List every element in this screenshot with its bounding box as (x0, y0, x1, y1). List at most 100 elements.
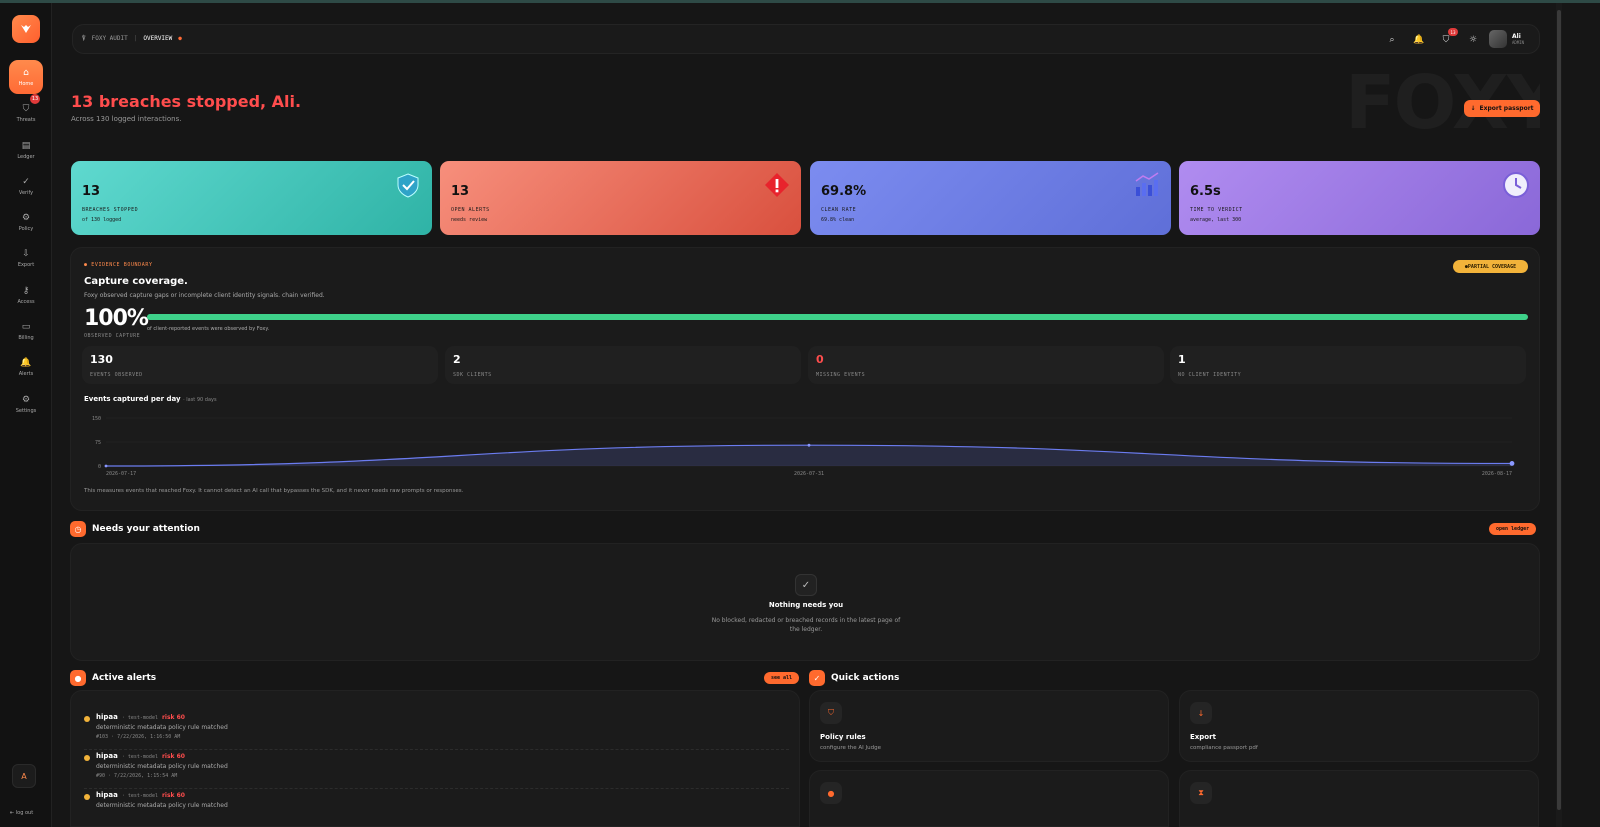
alerts-title: Active alerts (92, 673, 157, 683)
export-icon: ⇩ (22, 248, 30, 259)
verify-icon: ✓ (22, 176, 30, 187)
evidence-description: Foxy observed capture gaps or incomplete… (84, 292, 325, 299)
quick-action-icon: ● (820, 782, 842, 804)
user-mini-avatar[interactable]: A (12, 764, 36, 788)
data-point[interactable] (807, 443, 811, 447)
kpi-value: 69.8% (821, 184, 867, 199)
page-subtitle: Across 130 logged interactions. (71, 115, 182, 123)
stat-value: 1 (1178, 353, 1186, 366)
stat-no-client-identity: 1 NO CLIENT IDENTITY (1170, 346, 1526, 384)
search-icon: ⌕ (1389, 35, 1395, 45)
sidebar-item-alerts[interactable]: 🔔 Alerts (9, 350, 43, 384)
alerts-panel: hipaa · test-model risk 60 deterministic me… (70, 690, 800, 827)
sidebar-item-policy[interactable]: ⚙ Policy (9, 205, 43, 239)
alert-name: hipaa (96, 713, 118, 721)
stat-value: 2 (453, 353, 461, 366)
see-all-button[interactable]: see all (764, 672, 800, 684)
sidebar-item-home[interactable]: ⌂ Home (9, 60, 43, 94)
quick-action-policy-rules[interactable]: ⛉ Policy rules configure the AI Judge (809, 690, 1169, 762)
alert-risk: risk 60 (161, 792, 185, 799)
evidence-title: Capture coverage. (84, 276, 188, 287)
open-ledger-button[interactable]: open ledger (1489, 523, 1537, 535)
attention-panel: ✓ Nothing needs you No blocked, redacted… (70, 543, 1540, 661)
threats-badge: 13 (1448, 28, 1458, 36)
export-passport-button[interactable]: ↓ Export passport (1464, 100, 1540, 117)
kpi-card-clean-rate[interactable]: 69.8% CLEAN RATE 69.8% clean (810, 161, 1171, 235)
quick-actions-title: Quick actions (831, 673, 900, 683)
alerts-icon: 🔔 (20, 357, 32, 368)
threats-button[interactable]: ⛉ 13 (1437, 28, 1458, 49)
alert-name: hipaa (96, 752, 118, 760)
alert-name: hipaa (96, 791, 118, 799)
quick-action-icon: ⛉ (820, 702, 842, 724)
alert-row[interactable]: hipaa · test-model risk 60 deterministic me… (84, 751, 789, 789)
alert-row[interactable]: hipaa · test-model risk 60 deterministic me… (84, 790, 789, 826)
record-icon: ● (70, 670, 86, 686)
ledger-icon: ▤ (21, 140, 31, 151)
fox-logo-icon (21, 25, 31, 33)
profile-menu[interactable]: Ali ADMIN (1489, 28, 1534, 50)
data-point[interactable] (104, 464, 108, 468)
kpi-card-time-to-verdict[interactable]: 6.5s TIME TO VERDICT average, last 300 (1179, 161, 1540, 235)
alert-heading: hipaa · test-model risk 60 (96, 713, 185, 721)
severity-dot (84, 755, 90, 761)
empty-title: Nothing needs you (768, 601, 844, 609)
sidebar-item-verify[interactable]: ✓ Verify (9, 169, 43, 203)
chart-note: This measures events that reached Foxy. … (84, 488, 464, 494)
sidebar-item-label: Policy (18, 225, 34, 232)
notifications-button[interactable]: 🔔 (1410, 31, 1428, 49)
profile-role: ADMIN (1512, 40, 1525, 45)
kpi-label: CLEAN RATE (821, 207, 857, 213)
app-logo[interactable] (12, 15, 40, 43)
alert-model: · test-model (121, 793, 158, 799)
alert-heading: hipaa · test-model risk 60 (96, 752, 185, 760)
sidebar-item-label: Export (17, 261, 35, 268)
scrollbar-thumb[interactable] (1557, 10, 1561, 810)
kpi-card-breaches-stopped[interactable]: 13 BREACHES STOPPED of 130 logged (71, 161, 432, 235)
quick-action-action-4[interactable]: ⧗ (1179, 770, 1539, 827)
breadcrumb-app[interactable]: FOXY AUDIT (92, 35, 128, 42)
sidebar-item-export[interactable]: ⇩ Export (9, 241, 43, 275)
access-icon: ⚷ (22, 285, 30, 296)
page-title: 13 breaches stopped, Ali. (71, 92, 302, 111)
breadcrumb-page: OVERVIEW (143, 35, 173, 42)
stat-value: 130 (90, 353, 113, 366)
capture-percent: 100% (84, 306, 149, 331)
alert-description: deterministic metadata policy rule match… (96, 763, 228, 770)
alert-row[interactable]: hipaa · test-model risk 60 deterministic me… (84, 712, 789, 750)
sidebar-item-billing[interactable]: ▭ Billing (9, 314, 43, 348)
quick-action-export[interactable]: ↓ Export compliance passport pdf (1179, 690, 1539, 762)
stat-value: 0 (816, 353, 824, 366)
alert-description: deterministic metadata policy rule match… (96, 802, 228, 809)
breadcrumb: ⍒ FOXY AUDIT | OVERVIEW ● (82, 35, 182, 42)
quick-action-desc: compliance passport pdf (1190, 745, 1258, 751)
stat-events-observed: 130 EVENTS OBSERVED (82, 346, 438, 384)
sidebar-item-access[interactable]: ⚷ Access (9, 278, 43, 312)
download-icon: ↓ (1470, 105, 1476, 112)
sidebar-item-label: Ledger (17, 153, 35, 160)
topbar: ⍒ FOXY AUDIT | OVERVIEW ● ⌕ 🔔 ⛉ 13 ☼ Ali A… (72, 24, 1540, 54)
quick-action-action-3[interactable]: ● (809, 770, 1169, 827)
sidebar-item-ledger[interactable]: ▤ Ledger (9, 133, 43, 167)
sidebar-item-threats[interactable]: ⛉ Threats 13 (9, 94, 43, 130)
avatar (1489, 30, 1507, 48)
logout-link[interactable]: ⇤ log out (10, 810, 33, 816)
kpi-card-open-alerts[interactable]: 13 OPEN ALERTS needs review (440, 161, 801, 235)
sidebar-item-settings[interactable]: ⚙ Settings (9, 387, 43, 421)
x-tick-label: 2026-07-17 (106, 471, 136, 477)
sidebar-item-label: Settings (15, 407, 37, 414)
theme-toggle[interactable]: ☼ (1464, 31, 1482, 49)
billing-icon: ▭ (21, 321, 31, 332)
data-point[interactable] (1509, 461, 1515, 466)
kpi-value: 6.5s (1190, 184, 1221, 199)
alert-diamond-icon (763, 171, 791, 199)
y-tick-label: 75 (95, 440, 101, 446)
quick-action-title: Export (1190, 733, 1216, 741)
kpi-label: OPEN ALERTS (451, 207, 490, 213)
shield-icon (394, 171, 422, 199)
alert-risk: risk 60 (161, 753, 185, 760)
threats-icon: ⛉ (22, 103, 30, 114)
bell-icon: 🔔 (1413, 35, 1425, 45)
search-button[interactable]: ⌕ (1383, 31, 1401, 49)
capture-progress-bar (147, 314, 1528, 320)
